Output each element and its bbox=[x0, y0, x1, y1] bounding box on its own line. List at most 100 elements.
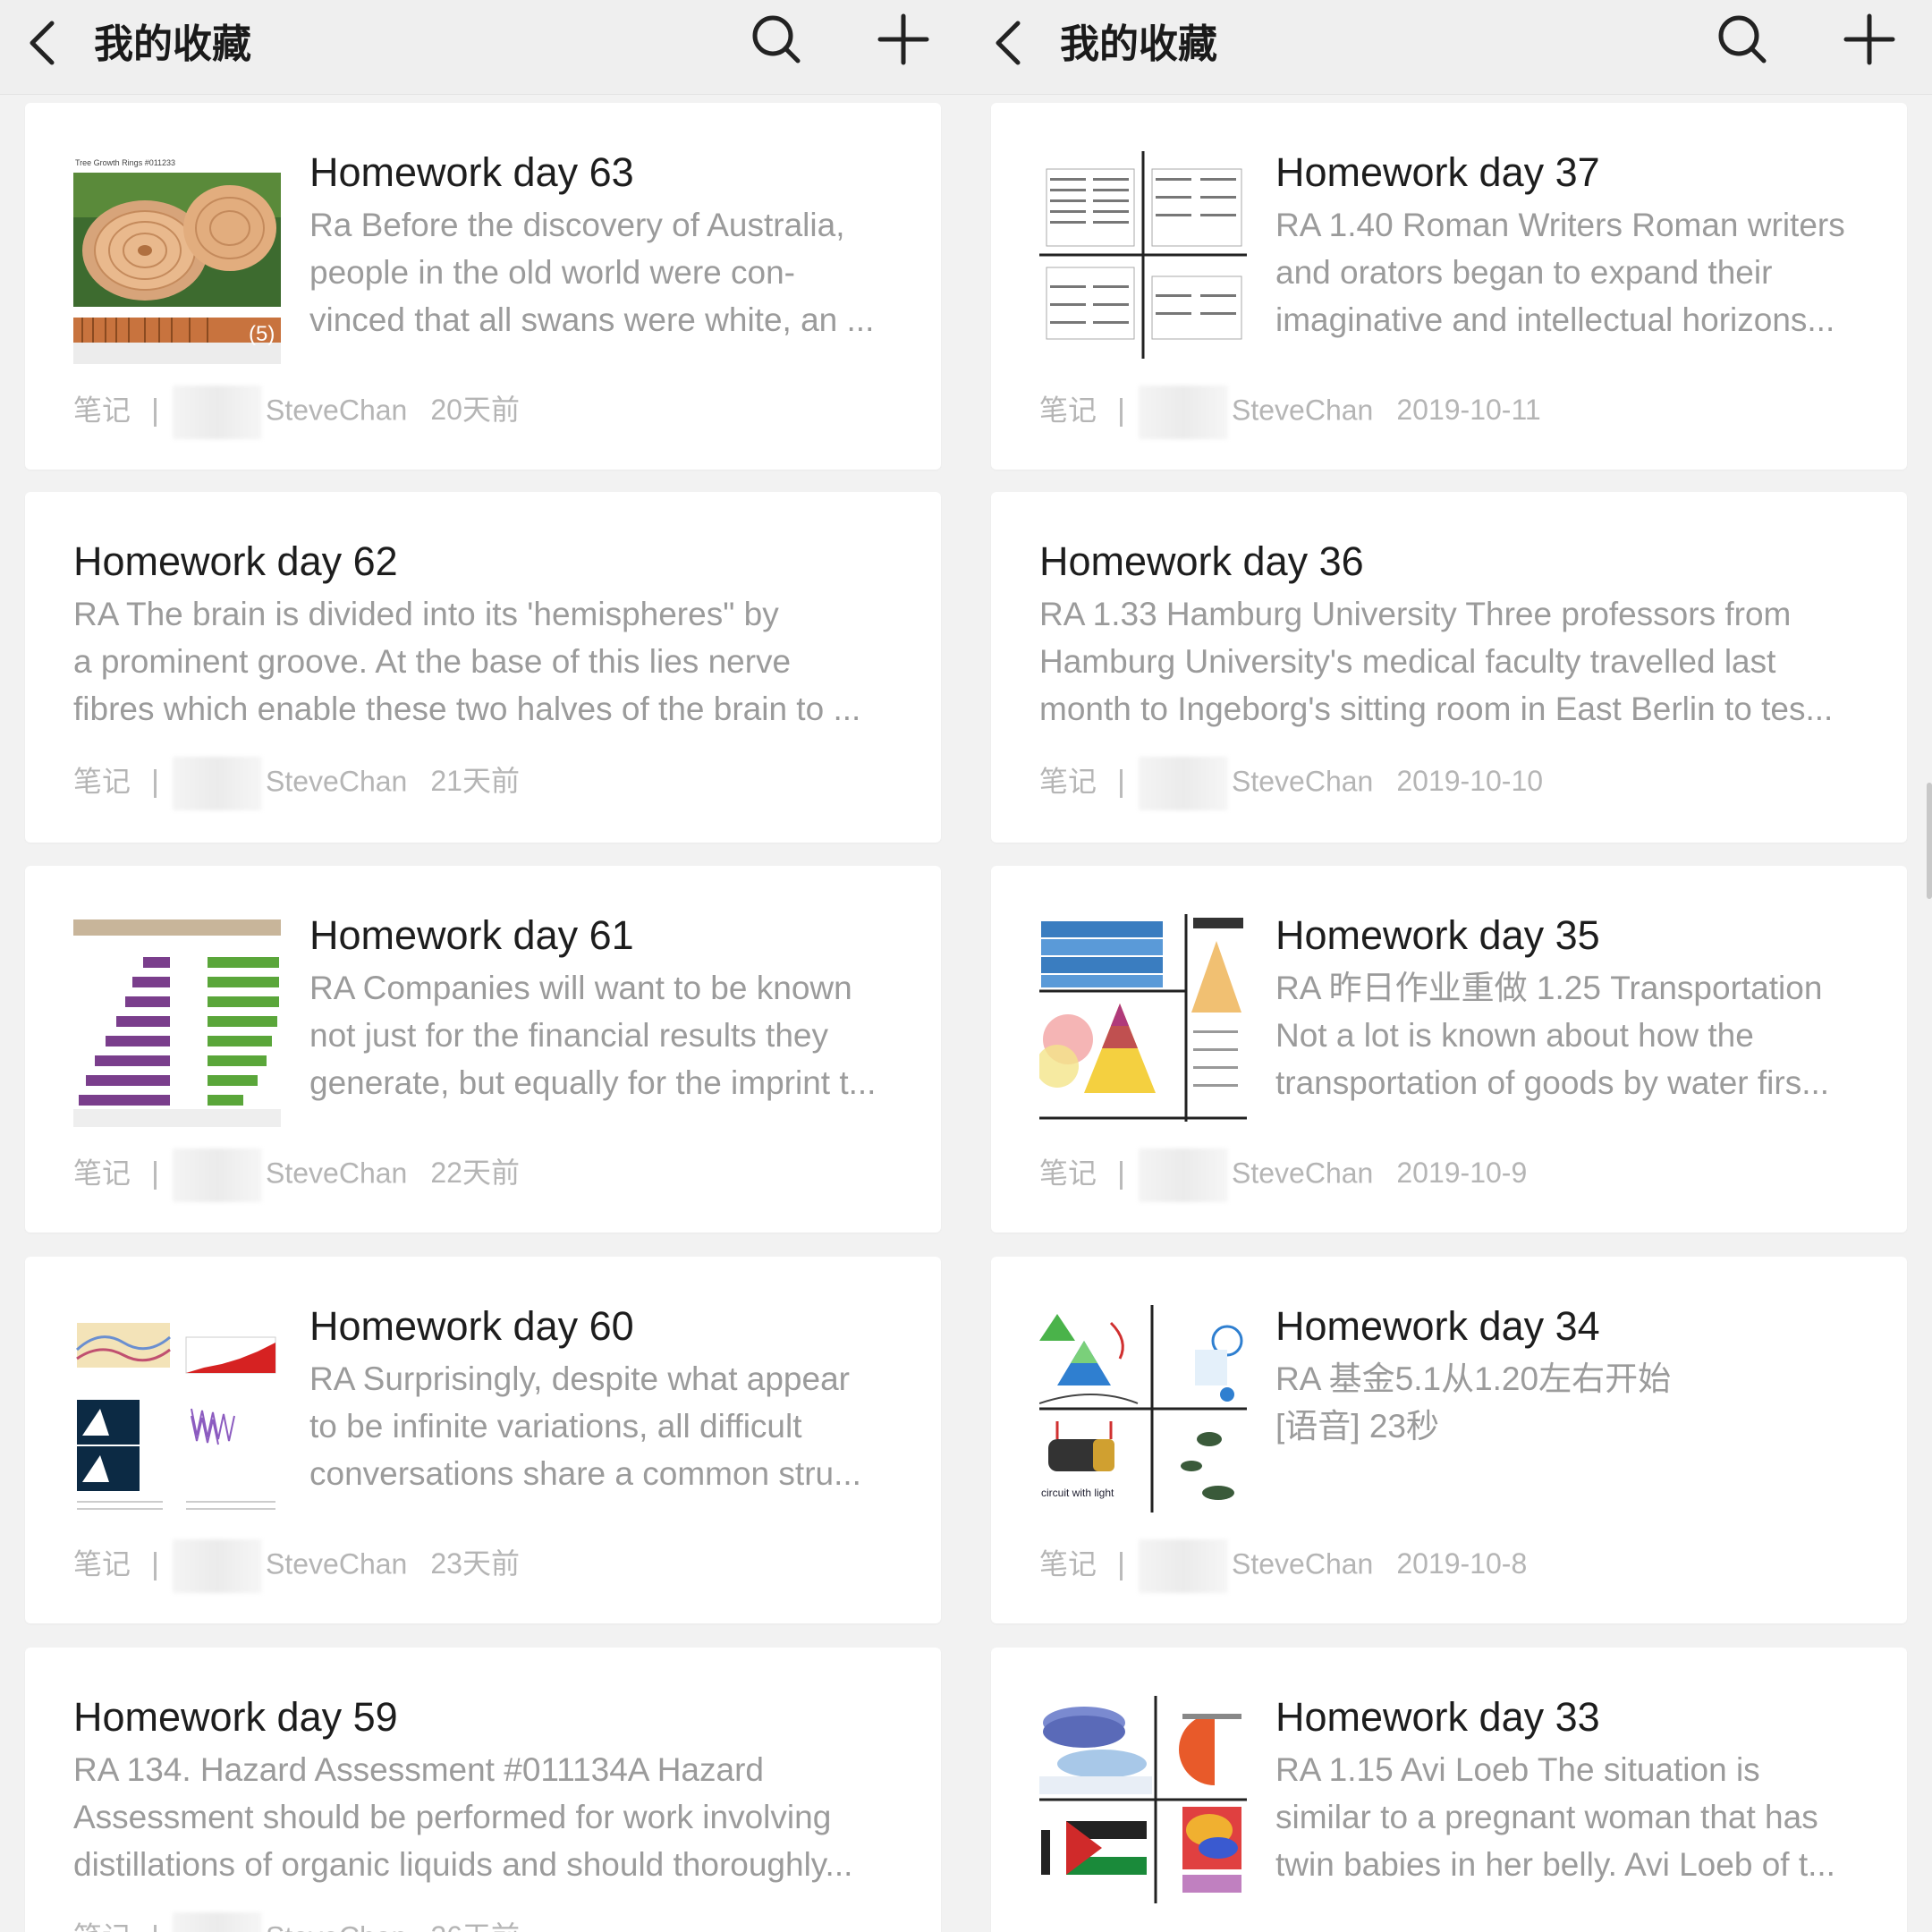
thumbnail-caption: Tree Growth Rings #011233 bbox=[75, 158, 175, 167]
card-excerpt: Ra Before the discovery of Australia, pe… bbox=[309, 207, 875, 338]
card-title: Homework day 62 bbox=[73, 538, 398, 584]
search-button[interactable] bbox=[1716, 13, 1769, 66]
timestamp: 23天前 bbox=[430, 1547, 520, 1580]
card-title: Homework day 36 bbox=[1039, 538, 1364, 584]
card-excerpt: RA Companies will want to be known not j… bbox=[309, 970, 877, 1101]
timestamp: 2019-10-9 bbox=[1396, 1157, 1528, 1190]
card-title: Homework day 59 bbox=[73, 1694, 398, 1740]
avatar bbox=[173, 1912, 263, 1932]
card-meta: 笔记 SteveChan 2019-10-10 bbox=[1039, 757, 1543, 810]
note-tag: 笔记 bbox=[73, 394, 131, 427]
thumbnail-caption: circuit with light bbox=[1041, 1487, 1114, 1499]
avatar bbox=[173, 757, 263, 810]
card-excerpt: RA The brain is divided into its 'hemisp… bbox=[73, 596, 861, 727]
note-tag: 笔记 bbox=[1039, 394, 1097, 427]
author-name: SteveChan bbox=[1232, 1547, 1374, 1580]
avatar bbox=[173, 1148, 263, 1202]
author-name: SteveChan bbox=[266, 1547, 408, 1580]
card-excerpt: RA 基金5.1从1.20左右开始 [语音] 23秒 bbox=[1275, 1360, 1672, 1445]
image-count-badge: (5) bbox=[249, 322, 275, 346]
note-tag: 笔记 bbox=[73, 1920, 131, 1932]
plus-icon bbox=[877, 13, 929, 65]
note-tag: 笔记 bbox=[73, 1157, 131, 1190]
image-count-badge: (4) bbox=[245, 1083, 271, 1107]
right-screen: 我的收藏 Homework day 37 RA 1.40 Roman Write… bbox=[966, 0, 1932, 1932]
note-tag: 笔记 bbox=[73, 1547, 131, 1580]
card-meta: 笔记 SteveChan 2019-10-8 bbox=[1039, 1539, 1527, 1593]
timestamp: 20天前 bbox=[430, 394, 520, 427]
page-title: 我的收藏 bbox=[1060, 21, 1217, 67]
timestamp: 21天前 bbox=[430, 765, 520, 798]
card-thumbnail: Tree Growth Rings #011233 (5) bbox=[73, 157, 281, 364]
chevron-left-icon bbox=[30, 21, 55, 65]
card-thumbnail bbox=[73, 1310, 281, 1518]
card-title: Homework day 63 bbox=[309, 149, 634, 195]
card-title: Homework day 60 bbox=[309, 1303, 634, 1349]
card-title: Homework day 34 bbox=[1275, 1303, 1600, 1349]
back-button[interactable] bbox=[991, 16, 1027, 70]
favorite-card[interactable]: Tree Growth Rings #011233 (5) Homework d… bbox=[25, 103, 941, 470]
card-excerpt: RA 1.33 Hamburg University Three profess… bbox=[1039, 596, 1834, 727]
favorite-card[interactable]: Homework day 37 RA 1.40 Roman Writers Ro… bbox=[991, 103, 1907, 470]
card-thumbnail bbox=[1039, 1696, 1247, 1903]
card-excerpt: RA 134. Hazard Assessment #011134A Hazar… bbox=[73, 1751, 853, 1883]
note-tag: 笔记 bbox=[1039, 1157, 1097, 1190]
avatar bbox=[1139, 1148, 1229, 1202]
timestamp: 22天前 bbox=[430, 1157, 520, 1190]
chevron-left-icon bbox=[996, 21, 1021, 65]
search-icon bbox=[752, 15, 801, 64]
plus-icon bbox=[1843, 13, 1895, 65]
author-name: SteveChan bbox=[1232, 394, 1374, 427]
timestamp: 26天前 bbox=[430, 1920, 520, 1932]
author-name: SteveChan bbox=[266, 1157, 408, 1190]
favorite-card[interactable]: Homework day 35 RA 昨日作业重做 1.25 Transport… bbox=[991, 866, 1907, 1233]
back-button[interactable] bbox=[25, 16, 61, 70]
search-button[interactable] bbox=[750, 13, 803, 66]
favorite-card[interactable]: circuit with light Homework day 34 RA 基金… bbox=[991, 1257, 1907, 1623]
author-name: SteveChan bbox=[266, 765, 408, 798]
card-excerpt: RA Surprisingly, despite what appear to … bbox=[309, 1360, 861, 1492]
card-thumbnail: (4) bbox=[73, 919, 281, 1127]
author-name: SteveChan bbox=[266, 394, 408, 427]
author-name: SteveChan bbox=[1232, 1157, 1374, 1190]
page-title: 我的收藏 bbox=[94, 21, 251, 67]
card-meta: 笔记 SteveChan 2019-10-11 bbox=[1039, 386, 1541, 439]
add-button[interactable] bbox=[1843, 11, 1896, 68]
favorite-card[interactable]: (4) Homework day 61 RA Companies will wa… bbox=[25, 866, 941, 1233]
add-button[interactable] bbox=[877, 11, 930, 68]
card-thumbnail bbox=[1039, 914, 1247, 1122]
card-thumbnail bbox=[1039, 151, 1247, 359]
card-meta: 笔记 SteveChan 21天前 bbox=[73, 757, 520, 810]
favorite-card[interactable]: Homework day 33 RA 1.15 Avi Loeb The sit… bbox=[991, 1648, 1907, 1932]
scrollbar[interactable] bbox=[1927, 783, 1932, 899]
timestamp: 2019-10-8 bbox=[1396, 1547, 1528, 1580]
card-meta: 笔记 SteveChan 2019-10-9 bbox=[1039, 1148, 1527, 1202]
avatar bbox=[173, 386, 263, 439]
timestamp: 2019-10-11 bbox=[1396, 394, 1541, 427]
card-excerpt: RA 1.40 Roman Writers Roman writers and … bbox=[1275, 207, 1845, 338]
card-title: Homework day 35 bbox=[1275, 912, 1600, 958]
timestamp: 2019-10-10 bbox=[1396, 765, 1544, 798]
card-thumbnail: circuit with light bbox=[1039, 1305, 1247, 1513]
note-tag: 笔记 bbox=[73, 765, 131, 798]
avatar bbox=[1139, 1539, 1229, 1593]
top-bar: 我的收藏 bbox=[0, 0, 966, 95]
card-title: Homework day 61 bbox=[309, 912, 634, 958]
card-meta: 笔记 SteveChan 26天前 bbox=[73, 1912, 520, 1932]
avatar bbox=[173, 1539, 263, 1593]
card-title: Homework day 37 bbox=[1275, 149, 1600, 195]
favorite-card[interactable]: Homework day 62 RA The brain is divided … bbox=[25, 492, 941, 843]
card-meta: 笔记 SteveChan 20天前 bbox=[73, 386, 520, 439]
card-meta: 笔记 SteveChan 22天前 bbox=[73, 1148, 520, 1202]
note-tag: 笔记 bbox=[1039, 1547, 1097, 1580]
author-name: SteveChan bbox=[1232, 765, 1374, 798]
favorite-card[interactable]: Homework day 60 RA Surprisingly, despite… bbox=[25, 1257, 941, 1623]
author-name: SteveChan bbox=[266, 1920, 407, 1932]
left-screen: 我的收藏 Tree Growth Rings #011233 (5) Homew… bbox=[0, 0, 966, 1932]
favorite-card[interactable]: Homework day 59 RA 134. Hazard Assessmen… bbox=[25, 1648, 941, 1932]
card-excerpt: RA 昨日作业重做 1.25 Transportation Not a lot … bbox=[1275, 970, 1830, 1101]
avatar bbox=[1139, 757, 1229, 810]
top-bar: 我的收藏 bbox=[966, 0, 1932, 95]
favorite-card[interactable]: Homework day 36 RA 1.33 Hamburg Universi… bbox=[991, 492, 1907, 843]
card-excerpt: RA 1.15 Avi Loeb The situation is simila… bbox=[1275, 1751, 1835, 1883]
